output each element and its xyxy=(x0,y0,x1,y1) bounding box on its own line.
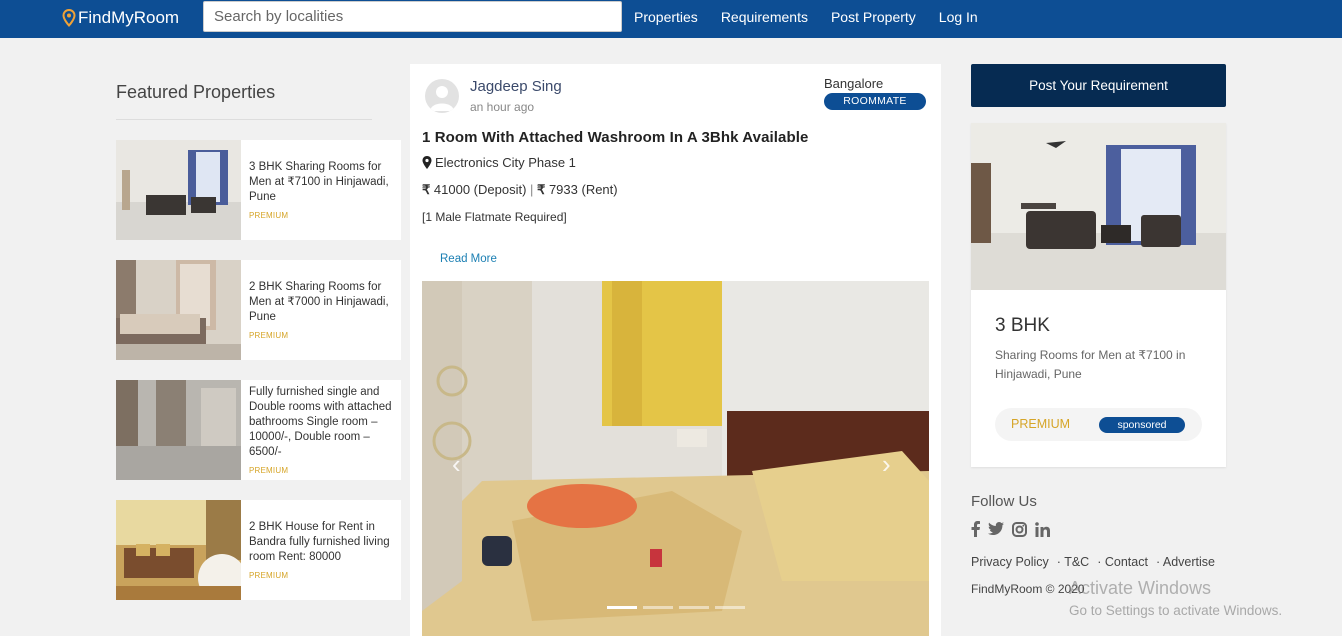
featured-desc: 2 BHK Sharing Rooms for Men at ₹7000 in … xyxy=(249,281,389,323)
premium-label: PREMIUM xyxy=(1011,417,1071,431)
featured-desc: 2 BHK House for Rent in Bandra fully fur… xyxy=(249,521,390,563)
rupee-icon: ₹ xyxy=(422,182,431,197)
brand-logo[interactable]: FindMyRoom xyxy=(62,5,179,31)
nav-link-login[interactable]: Log In xyxy=(939,9,978,25)
featured-heading: Featured Properties xyxy=(116,82,276,102)
featured-photo xyxy=(116,140,241,240)
brand-name: FindMyRoom xyxy=(78,8,180,27)
post-location: Electronics City Phase 1 xyxy=(422,155,576,170)
footer-links: Privacy Policy · T&C · Contact · Adverti… xyxy=(971,555,1223,569)
map-marker-icon xyxy=(422,156,432,169)
nav-link-requirements[interactable]: Requirements xyxy=(721,9,808,25)
post-city: Bangalore xyxy=(824,76,884,91)
roommate-badge: ROOMMATE xyxy=(824,93,926,110)
featured-card[interactable]: 2 BHK Sharing Rooms for Men at ₹7000 in … xyxy=(116,260,401,360)
featured-photo xyxy=(116,260,241,360)
location-pin-icon xyxy=(62,9,76,27)
featured-card[interactable]: 3 BHK Sharing Rooms for Men at ₹7100 in … xyxy=(116,140,401,240)
carousel-dot[interactable] xyxy=(643,606,673,609)
sponsored-badge: sponsored xyxy=(1099,417,1185,433)
twitter-icon[interactable] xyxy=(988,522,1004,536)
footer-link-advertise[interactable]: · Advertise xyxy=(1156,555,1215,569)
photo-carousel[interactable]: ‹ › xyxy=(422,281,929,636)
featured-card[interactable]: 2 BHK House for Rent in Bandra fully fur… xyxy=(116,500,401,600)
premium-label: PREMIUM xyxy=(249,331,289,340)
featured-photo xyxy=(116,380,241,480)
post-location-text: Electronics City Phase 1 xyxy=(435,155,576,170)
sponsored-title: 3 BHK xyxy=(995,315,1050,336)
sponsored-desc: Sharing Rooms for Men at ₹7100 in Hinjaw… xyxy=(995,348,1186,381)
instagram-icon[interactable] xyxy=(1012,521,1027,537)
price-separator: | xyxy=(530,182,534,197)
facebook-icon[interactable] xyxy=(971,521,980,537)
windows-activation-watermark-hint: Go to Settings to activate Windows. xyxy=(1069,603,1283,618)
footer-link-contact[interactable]: · Contact xyxy=(1097,555,1148,569)
featured-divider xyxy=(116,119,372,120)
featured-desc: 3 BHK Sharing Rooms for Men at ₹7100 in … xyxy=(249,161,389,203)
post-requirement: [1 Male Flatmate Required] xyxy=(422,210,567,224)
sponsored-badges: PREMIUM sponsored xyxy=(995,408,1202,441)
post-deposit: 41000 (Deposit) xyxy=(433,182,527,197)
carousel-dot[interactable] xyxy=(715,606,745,609)
post-requirement-button[interactable]: Post Your Requirement xyxy=(971,64,1226,107)
post-price: ₹ 41000 (Deposit) | ₹ 7933 (Rent) xyxy=(422,182,618,198)
sponsored-property-card[interactable]: 3 BHK Sharing Rooms for Men at ₹7100 in … xyxy=(971,123,1226,467)
top-navbar: FindMyRoom Properties Requirements Post … xyxy=(0,0,1342,38)
nav-links: Properties Requirements Post Property Lo… xyxy=(634,0,1001,34)
footer-link-tc[interactable]: · T&C xyxy=(1057,555,1089,569)
windows-activation-watermark-title: Activate Windows xyxy=(1069,578,1212,598)
carousel-next-icon[interactable]: › xyxy=(882,449,891,480)
carousel-dot[interactable] xyxy=(607,606,637,609)
featured-card[interactable]: Fully furnished single and Double rooms … xyxy=(116,380,401,480)
featured-photo xyxy=(116,500,241,600)
linkedin-icon[interactable] xyxy=(1035,521,1050,537)
carousel-prev-icon[interactable]: ‹ xyxy=(452,449,461,480)
social-links xyxy=(971,521,1058,537)
footer-link-privacy[interactable]: Privacy Policy xyxy=(971,555,1049,569)
featured-desc: Fully furnished single and Double rooms … xyxy=(249,386,392,458)
post-author[interactable]: Jagdeep Sing xyxy=(470,78,562,95)
room-photo xyxy=(422,281,929,636)
locality-search-input[interactable] xyxy=(203,1,622,32)
nav-link-properties[interactable]: Properties xyxy=(634,9,698,25)
post-time: an hour ago xyxy=(470,100,535,114)
read-more-link[interactable]: Read More xyxy=(440,253,497,265)
user-icon xyxy=(430,86,454,111)
nav-link-post-property[interactable]: Post Property xyxy=(831,9,916,25)
post-rent: 7933 (Rent) xyxy=(548,182,618,197)
rupee-icon: ₹ xyxy=(537,182,546,197)
sponsored-property-photo xyxy=(971,123,1226,290)
requirement-post-card: Jagdeep Sing an hour ago Bangalore ROOMM… xyxy=(410,64,941,636)
carousel-indicators xyxy=(607,606,751,609)
premium-label: PREMIUM xyxy=(249,466,289,475)
follow-heading: Follow Us xyxy=(971,493,1037,510)
premium-label: PREMIUM xyxy=(249,211,289,220)
post-title[interactable]: 1 Room With Attached Washroom In A 3Bhk … xyxy=(422,129,808,146)
copyright: FindMyRoom © 2020 xyxy=(971,582,1085,596)
premium-label: PREMIUM xyxy=(249,571,289,580)
carousel-dot[interactable] xyxy=(679,606,709,609)
avatar xyxy=(425,79,459,113)
